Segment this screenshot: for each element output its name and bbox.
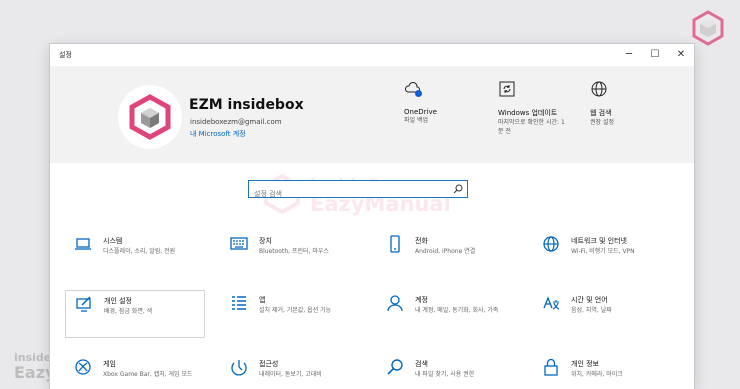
tile-title: 시간 및 언어: [571, 296, 608, 304]
tile-network[interactable]: 네트워크 및 인터넷 Wi-Fi, 비행기 모드, VPN: [533, 231, 673, 279]
window-title: 설정: [59, 51, 72, 59]
tile-title: 계정: [415, 296, 428, 304]
tile-subtitle: Android, iPhone 연결: [415, 248, 476, 255]
cloud-icon: [404, 82, 422, 97]
sync-icon: [499, 81, 515, 97]
title-bar: 설정 ─ ☐ ✕: [50, 44, 694, 66]
tile-gaming[interactable]: 게임 Xbox Game Bar, 캡처, 게임 모드: [65, 354, 205, 389]
phone-icon: [390, 235, 400, 253]
tile-time-language[interactable]: 시간 및 언어 음성, 지역, 날짜: [533, 290, 673, 338]
tile-apps[interactable]: 앱 설치 제거, 기본값, 옵션 기능: [221, 290, 361, 338]
tile-subtitle: Xbox Game Bar, 캡처, 게임 모드: [103, 371, 193, 378]
quick-title: Windows 업데이트: [498, 109, 558, 117]
account-name: EZM insidebox: [189, 97, 304, 113]
tile-title: 접근성: [259, 360, 279, 368]
account-email: insideboxezm@gmail.com: [190, 118, 282, 126]
ease-of-access-icon: [231, 360, 247, 376]
person-icon: [387, 295, 403, 312]
quick-windows-update[interactable]: Windows 업데이트 마지막으로 확인한 시간: 1분 전: [498, 80, 570, 136]
tile-subtitle: Bluetooth, 프린터, 마우스: [259, 248, 329, 255]
tile-subtitle: 배경, 잠금 화면, 색: [104, 308, 153, 315]
tile-title: 개인 설정: [104, 297, 132, 305]
quick-sub: 파일 백업: [404, 117, 428, 124]
settings-search-box[interactable]: [248, 180, 468, 202]
microsoft-account-link[interactable]: 내 Microsoft 계정: [190, 129, 246, 139]
tile-title: 게임: [103, 360, 116, 368]
tile-title: 장치: [259, 237, 272, 245]
quick-title: OneDrive: [404, 108, 437, 116]
language-icon: [543, 296, 560, 310]
quick-sub: 권장 설정: [590, 119, 614, 126]
tile-subtitle: 음성, 지역, 날짜: [571, 307, 612, 314]
tile-phone[interactable]: 전화 Android, iPhone 연결: [377, 231, 517, 279]
tile-ease-of-access[interactable]: 접근성 내레이터, 돋보기, 고대비: [221, 354, 361, 389]
minimize-button[interactable]: ─: [616, 44, 642, 66]
maximize-button[interactable]: ☐: [642, 44, 668, 66]
tile-title: 앱: [259, 296, 266, 304]
globe-icon: [591, 81, 607, 97]
settings-window: 설정 ─ ☐ ✕ EZM insidebox insideboxezm@gmai…: [50, 44, 694, 389]
insidebox-logo-icon: [129, 94, 171, 140]
tile-personalization[interactable]: 개인 설정 배경, 잠금 화면, 색: [65, 290, 205, 338]
quick-onedrive[interactable]: OneDrive 파일 백업: [404, 80, 437, 125]
tile-search[interactable]: 검색 내 파일 찾기, 사용 권한: [377, 354, 517, 389]
tile-subtitle: Wi-Fi, 비행기 모드, VPN: [571, 248, 635, 255]
quick-web-search[interactable]: 웹 검색 권장 설정: [590, 80, 614, 127]
tile-title: 검색: [415, 360, 428, 368]
globe-icon: [543, 236, 559, 252]
search-icon: [387, 359, 403, 375]
tile-subtitle: 디스플레이, 소리, 알림, 전원: [103, 248, 176, 255]
tile-title: 네트워크 및 인터넷: [571, 237, 627, 245]
tile-subtitle: 내 계정, 메일, 동기화, 회사, 가족: [415, 307, 499, 314]
avatar[interactable]: [118, 85, 182, 149]
search-icon[interactable]: [453, 184, 463, 194]
tile-subtitle: 내 파일 찾기, 사용 권한: [415, 371, 475, 378]
account-header: EZM insidebox insideboxezm@gmail.com 내 M…: [50, 66, 694, 163]
keyboard-icon: [230, 237, 248, 250]
lock-icon: [544, 358, 558, 376]
tile-system[interactable]: 시스템 디스플레이, 소리, 알림, 전원: [65, 231, 205, 279]
tile-title: 시스템: [103, 237, 123, 245]
tile-subtitle: 위치, 카메라, 마이크: [571, 371, 623, 378]
insidebox-corner-logo: [692, 10, 724, 46]
laptop-icon: [75, 238, 91, 250]
xbox-icon: [75, 359, 91, 375]
window-controls: ─ ☐ ✕: [616, 44, 694, 66]
tile-privacy[interactable]: 개인 정보 위치, 카메라, 마이크: [533, 354, 673, 389]
tile-subtitle: 설치 제거, 기본값, 옵션 기능: [259, 307, 332, 314]
tile-accounts[interactable]: 계정 내 계정, 메일, 동기화, 회사, 가족: [377, 290, 517, 338]
close-button[interactable]: ✕: [668, 44, 694, 66]
tile-subtitle: 내레이터, 돋보기, 고대비: [259, 371, 322, 378]
personalization-icon: [76, 296, 91, 312]
quick-sub: 마지막으로 확인한 시간: 1분 전: [498, 119, 565, 135]
quick-title: 웹 검색: [590, 109, 612, 117]
search-input[interactable]: [249, 186, 449, 202]
tile-devices[interactable]: 장치 Bluetooth, 프린터, 마우스: [221, 231, 361, 279]
apps-list-icon: [232, 296, 246, 310]
tile-title: 개인 정보: [571, 360, 599, 368]
tile-title: 전화: [415, 237, 428, 245]
